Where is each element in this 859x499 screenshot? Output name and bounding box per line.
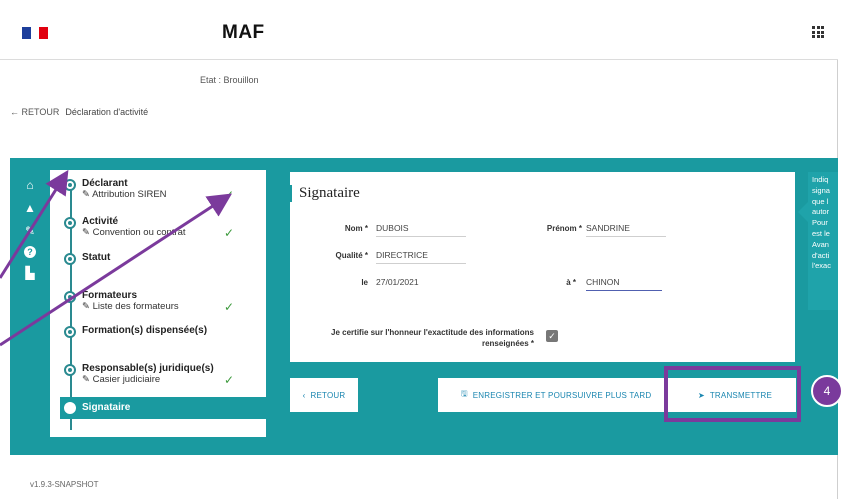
step-label: Formation(s) dispensée(s) — [82, 325, 208, 336]
step-label: Responsable(s) juridique(s) — [82, 363, 214, 374]
prenom-label: Prénom * — [546, 224, 582, 233]
step-label: Signataire — [82, 402, 131, 413]
certify-label-line-2: renseignées * — [481, 339, 534, 348]
nom-input[interactable]: DUBOIS — [376, 222, 466, 237]
apps-grid-icon[interactable] — [812, 26, 824, 38]
step-marker — [64, 326, 76, 338]
app-frame: MAF Etat : Brouillon ← RETOUR Déclaratio… — [0, 0, 838, 499]
help-line: l'exac — [812, 261, 831, 271]
status-text: Etat : Brouillon — [200, 75, 259, 85]
app-title: MAF — [222, 22, 265, 43]
step-sub-link[interactable]: ✎ Attribution SIREN — [82, 189, 167, 200]
graduation-cap-icon[interactable]: ▲ — [24, 200, 36, 216]
step-sub-link[interactable]: ✎ Casier judiciaire — [82, 374, 160, 385]
step-signataire[interactable]: Signataire — [60, 397, 266, 419]
step-marker — [64, 179, 76, 191]
title-accent — [290, 185, 292, 202]
save-later-button-label: ENREGISTRER ET POURSUIVRE PLUS TARD — [472, 390, 652, 400]
help-line: est le — [812, 228, 830, 238]
check-icon: ✓ — [224, 188, 235, 202]
back-link[interactable]: ← RETOUR — [10, 107, 59, 117]
wrench-icon[interactable]: ✎ — [25, 223, 35, 239]
card-title: Signataire — [299, 185, 360, 201]
certify-checkbox[interactable]: ✓ — [546, 330, 558, 342]
step-marker — [64, 217, 76, 229]
help-panel: Indiq signa que l autor Pour est le Avan… — [808, 172, 838, 310]
steps-panel: Déclarant ✎ Attribution SIREN ✓ Activité… — [50, 170, 266, 437]
lieu-input[interactable]: CHINON — [586, 276, 662, 291]
step-marker — [64, 364, 76, 376]
save-icon: 🖫 — [460, 389, 468, 398]
step-label: Déclarant — [82, 178, 128, 189]
highlight-box — [664, 366, 801, 422]
cake-icon[interactable]: ▙ — [25, 265, 34, 281]
date-label: le — [361, 278, 368, 287]
chevron-left-icon: ‹ — [302, 390, 306, 400]
step-label: Activité — [82, 216, 119, 227]
qualite-input[interactable]: DIRECTRICE — [376, 249, 466, 264]
step-number-badge: 4 — [811, 375, 843, 407]
help-line: signa — [812, 185, 830, 195]
prenom-input[interactable]: SANDRINE — [586, 222, 666, 237]
step-marker — [64, 402, 76, 414]
certify-label: Je certifie sur l'honneur l'exactitude d… — [290, 327, 534, 349]
step-marker — [64, 253, 76, 265]
page-title: Déclaration d'activité — [65, 107, 149, 117]
side-nav: ⌂ ▲ ✎ ? ▙ — [18, 177, 42, 281]
home-icon[interactable]: ⌂ — [26, 177, 33, 193]
help-icon[interactable]: ? — [24, 246, 36, 258]
version-text: v1.9.3-SNAPSHOT — [30, 480, 99, 489]
help-line: que l — [812, 196, 829, 206]
hint-pointer — [798, 202, 808, 222]
help-line: Avan — [812, 239, 829, 249]
breadcrumb: ← RETOUR Déclaration d'activité — [10, 107, 148, 117]
help-line: autor — [812, 207, 830, 217]
step-marker — [64, 291, 76, 303]
help-line: Indiq — [812, 175, 829, 184]
retour-button-label: RETOUR — [310, 390, 346, 400]
help-text: Indiq signa que l autor Pour est le Avan… — [812, 175, 838, 272]
check-icon: ✓ — [224, 373, 235, 387]
top-bar: MAF — [0, 0, 838, 60]
help-line: d'acti — [812, 250, 830, 260]
signataire-card: Signataire Nom * DUBOIS Prénom * SANDRIN… — [290, 172, 795, 362]
nom-label: Nom * — [344, 224, 368, 233]
date-input[interactable]: 27/01/2021 — [376, 276, 466, 291]
certify-label-line-1: Je certifie sur l'honneur l'exactitude d… — [331, 328, 534, 337]
step-sub-link[interactable]: ✎ Liste des formateurs — [82, 301, 179, 312]
french-flag-icon — [22, 27, 49, 39]
qualite-label: Qualité * — [335, 251, 368, 260]
step-sub-link[interactable]: ✎ Convention ou contrat — [82, 227, 186, 238]
check-icon: ✓ — [224, 300, 235, 314]
help-line: Pour — [812, 218, 828, 228]
lieu-label: à * — [566, 278, 576, 287]
step-label: Statut — [82, 252, 111, 263]
step-label: Formateurs — [82, 290, 138, 301]
save-later-button[interactable]: 🖫 ENREGISTRER ET POURSUIVRE PLUS TARD — [438, 378, 674, 412]
retour-button[interactable]: ‹ RETOUR — [290, 378, 358, 412]
check-icon: ✓ — [224, 226, 235, 240]
